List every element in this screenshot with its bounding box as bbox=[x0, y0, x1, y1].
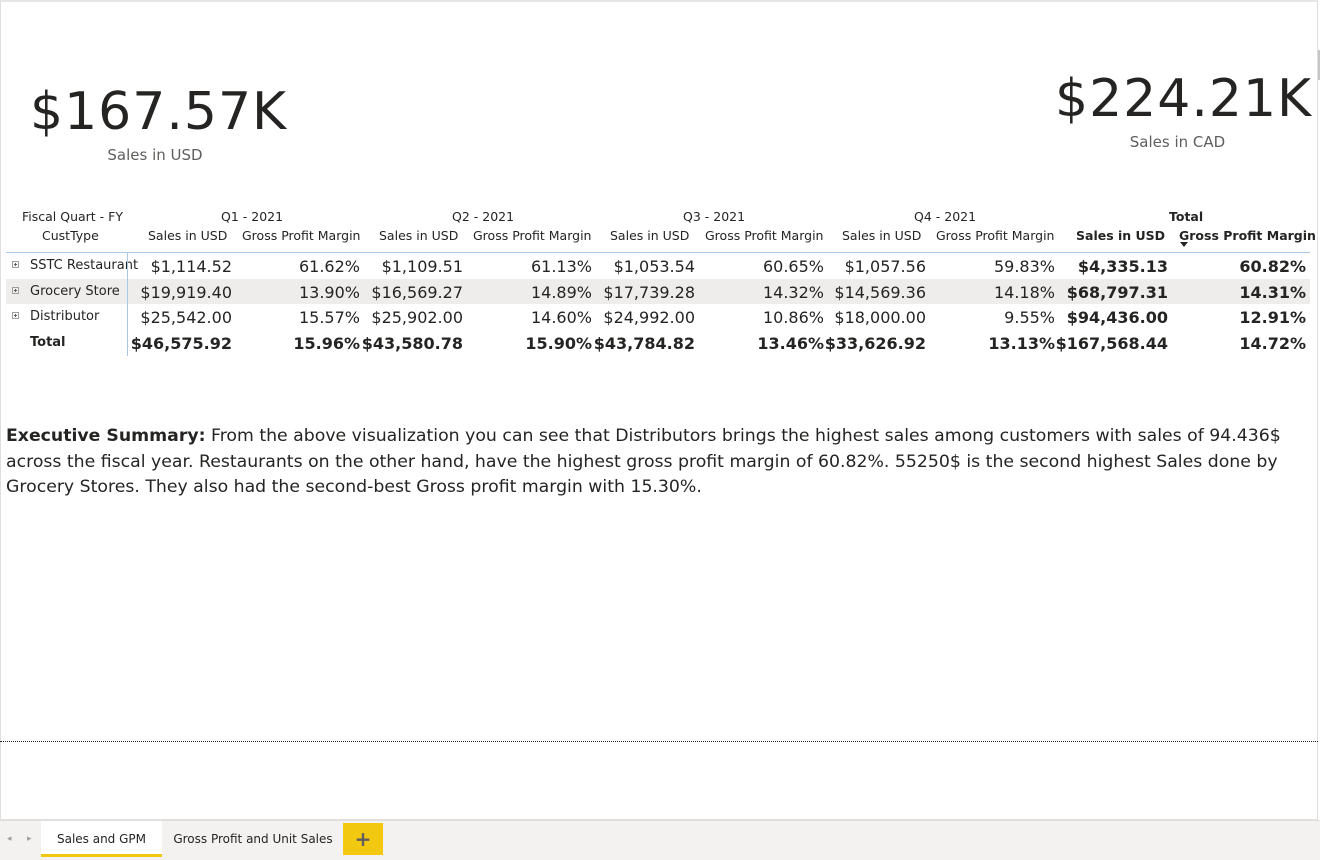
row-label: Grocery Store bbox=[30, 283, 120, 299]
cell: 15.96% bbox=[293, 333, 360, 353]
row-label: Distributor bbox=[30, 309, 100, 324]
cell: 14.72% bbox=[1239, 333, 1306, 353]
cell: 59.83% bbox=[993, 257, 1055, 276]
row-header-label: Fiscal Quart - FY bbox=[22, 209, 123, 224]
row-label: Total bbox=[30, 334, 66, 350]
table-row: SSTC Restaurant $1,114.52 61.62% $1,109.… bbox=[6, 253, 1310, 279]
column-header-q3[interactable]: Q3 - 2021 bbox=[683, 209, 745, 224]
table-row: Distributor $25,542.00 15.57% $25,902.00… bbox=[6, 304, 1310, 330]
column-header-q2[interactable]: Q2 - 2021 bbox=[452, 209, 514, 224]
cell: $24,992.00 bbox=[603, 308, 695, 327]
measure-header[interactable]: Sales in USD bbox=[1076, 228, 1165, 243]
card-label: Sales in CAD bbox=[1129, 133, 1226, 151]
measure-header[interactable]: Gross Profit Margin bbox=[705, 228, 823, 243]
cell: 60.82% bbox=[1239, 257, 1306, 276]
cell: 60.65% bbox=[762, 257, 824, 276]
cell: 61.13% bbox=[530, 257, 592, 276]
cell: 13.90% bbox=[298, 282, 360, 302]
matrix-header: Fiscal Quart - FY CustType Q1 - 2021 Q2 … bbox=[6, 206, 1316, 253]
cell: $167,568.44 bbox=[1055, 333, 1168, 353]
measure-header[interactable]: Gross Profit Margin bbox=[936, 228, 1054, 243]
cell: $68,797.31 bbox=[1066, 282, 1168, 302]
sort-descending-icon bbox=[1180, 242, 1188, 247]
cell: $19,919.40 bbox=[140, 282, 232, 302]
add-page-button[interactable]: + bbox=[343, 823, 383, 855]
measure-header-sorted[interactable]: Gross Profit Margin bbox=[1179, 228, 1316, 243]
matrix-visual[interactable]: Fiscal Quart - FY CustType Q1 - 2021 Q2 … bbox=[6, 206, 1316, 356]
card-label: Sales in USD bbox=[107, 146, 203, 164]
expand-icon[interactable] bbox=[12, 261, 19, 268]
cell: 12.91% bbox=[1239, 308, 1306, 327]
cell: $16,569.27 bbox=[371, 282, 463, 302]
table-row: Grocery Store $19,919.40 13.90% $16,569.… bbox=[6, 278, 1310, 304]
total-row: Total $46,575.92 15.96% $43,580.78 15.90… bbox=[6, 330, 1310, 356]
cell: $17,739.28 bbox=[603, 282, 695, 302]
measure-header[interactable]: Sales in USD bbox=[148, 228, 227, 243]
cell: $1,057.56 bbox=[844, 257, 926, 276]
cell: $94,436.00 bbox=[1066, 308, 1168, 327]
measure-header[interactable]: Gross Profit Margin bbox=[473, 228, 591, 243]
page-boundary-line bbox=[0, 741, 1318, 742]
executive-summary: Executive Summary: From the above visual… bbox=[6, 424, 1312, 501]
cell: $1,109.51 bbox=[381, 257, 463, 276]
cell: 15.57% bbox=[298, 308, 360, 327]
cell: 14.89% bbox=[530, 282, 592, 302]
column-header-total[interactable]: Total bbox=[1169, 209, 1203, 224]
row-header-divider bbox=[127, 252, 128, 356]
row-label: SSTC Restaurant bbox=[30, 258, 139, 273]
cell: 13.13% bbox=[988, 333, 1055, 353]
cell: $43,784.82 bbox=[593, 333, 695, 353]
cell: $25,902.00 bbox=[371, 308, 463, 327]
summary-heading: Executive Summary: bbox=[6, 426, 206, 446]
page-tab-bar: ◂ ▸ Sales and GPM Gross Profit and Unit … bbox=[0, 820, 1320, 860]
cell: 61.62% bbox=[298, 257, 360, 276]
measure-header[interactable]: Sales in USD bbox=[610, 228, 689, 243]
cell: 13.46% bbox=[757, 333, 824, 353]
cell: $25,542.00 bbox=[140, 308, 232, 327]
cell: 14.31% bbox=[1239, 282, 1306, 302]
row-header-label: CustType bbox=[42, 228, 99, 243]
cell: 14.18% bbox=[993, 282, 1055, 302]
cell: $46,575.92 bbox=[130, 333, 232, 353]
tab-gross-profit-and-unit-sales[interactable]: Gross Profit and Unit Sales bbox=[163, 821, 343, 857]
cell: 14.32% bbox=[762, 282, 824, 302]
measure-header[interactable]: Gross Profit Margin bbox=[242, 228, 360, 243]
next-page-icon[interactable]: ▸ bbox=[27, 834, 32, 844]
cell: $4,335.13 bbox=[1077, 257, 1168, 276]
tab-sales-and-gpm[interactable]: Sales and GPM bbox=[41, 821, 162, 857]
cell: 10.86% bbox=[762, 308, 824, 327]
cell: $1,114.52 bbox=[150, 257, 232, 276]
column-header-q1[interactable]: Q1 - 2021 bbox=[221, 209, 283, 224]
column-header-q4[interactable]: Q4 - 2021 bbox=[914, 209, 976, 224]
cell: 14.60% bbox=[530, 308, 592, 327]
card-sales-usd[interactable]: $167.57K Sales in USD bbox=[30, 82, 288, 164]
measure-header[interactable]: Sales in USD bbox=[842, 228, 921, 243]
expand-icon[interactable] bbox=[12, 286, 19, 294]
cell: $18,000.00 bbox=[834, 308, 926, 327]
card-sales-cad[interactable]: $224.21K Sales in CAD bbox=[1055, 69, 1313, 151]
cell: 9.55% bbox=[1004, 308, 1055, 327]
expand-icon[interactable] bbox=[12, 312, 19, 319]
cell: $14,569.36 bbox=[834, 282, 926, 302]
measure-header[interactable]: Sales in USD bbox=[379, 228, 458, 243]
prev-page-icon[interactable]: ◂ bbox=[7, 834, 12, 844]
card-value: $167.57K bbox=[30, 82, 288, 142]
card-value: $224.21K bbox=[1055, 69, 1313, 129]
cell: $1,053.54 bbox=[613, 257, 695, 276]
cell: $43,580.78 bbox=[361, 333, 463, 353]
cell: 15.90% bbox=[525, 333, 592, 353]
cell: $33,626.92 bbox=[824, 333, 926, 353]
